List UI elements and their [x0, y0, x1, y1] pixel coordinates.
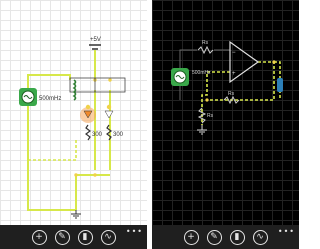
right-wire-nodes	[205, 60, 276, 102]
left-led-1-node	[85, 104, 91, 110]
left-ground-icon[interactable]	[71, 210, 81, 219]
wave-icon: ∿	[256, 231, 264, 242]
add-icon: +	[35, 231, 43, 242]
oscilloscope-button[interactable]: ∿	[252, 229, 268, 245]
wave-icon: ∿	[104, 231, 112, 242]
left-source-label: 500mHz	[39, 96, 61, 102]
edit-button[interactable]: ✎	[206, 229, 222, 245]
pencil-icon: ✎	[210, 231, 218, 242]
left-resistor-1-label: 300	[92, 132, 103, 138]
add-button[interactable]: +	[183, 229, 199, 245]
right-output-probe[interactable]	[277, 78, 283, 92]
left-led-2-node	[106, 104, 112, 110]
right-circuit-canvas[interactable]: − + Rs Rs Rs 500mHz	[152, 0, 299, 225]
right-opamp-plus: +	[232, 71, 236, 77]
left-circuit-canvas[interactable]: 300 300 +5V 500mHz	[0, 0, 147, 225]
right-resistor-left-label: Rs	[207, 113, 214, 119]
right-resistor-mid-label: Rs	[228, 91, 235, 97]
edit-button[interactable]: ✎	[54, 229, 70, 245]
left-app-bar: + ✎ ▮ ∿ •••	[0, 225, 147, 249]
left-resistor-2-label: 300	[113, 132, 124, 138]
right-source-label: 500mHz	[192, 70, 211, 76]
left-led-2-icon[interactable]	[104, 110, 114, 119]
right-resistor-top-icon[interactable]	[197, 45, 214, 55]
left-battery-label: +5V	[90, 37, 101, 43]
left-wire-nodes	[74, 78, 112, 177]
screenshot-root: 300 300 +5V 500mHz + ✎ ▮ ∿ ••• − + Rs Rs…	[0, 0, 300, 249]
left-ic-package[interactable]	[69, 77, 126, 93]
left-dashed-wires	[27, 105, 77, 161]
oscilloscope-button[interactable]: ∿	[100, 229, 116, 245]
add-icon: +	[187, 231, 195, 242]
battery-button[interactable]: ▮	[229, 229, 245, 245]
right-app-bar: + ✎ ▮ ∿ •••	[152, 225, 299, 249]
right-dashed-wires	[201, 61, 281, 125]
left-inductor-icon[interactable]	[72, 79, 77, 101]
battery-button[interactable]: ▮	[77, 229, 93, 245]
add-button[interactable]: +	[31, 229, 47, 245]
pencil-icon: ✎	[58, 231, 66, 242]
more-menu-button[interactable]: •••	[126, 227, 143, 236]
left-active-wires	[27, 50, 111, 211]
left-resistor-1-icon[interactable]	[85, 124, 91, 141]
right-opamp-minus: −	[232, 50, 236, 56]
battery-icon: ▮	[82, 231, 88, 242]
right-circuit-screen: − + Rs Rs Rs 500mHz + ✎ ▮ ∿ •••	[152, 0, 299, 249]
left-circuit-screen: 300 300 +5V 500mHz + ✎ ▮ ∿ •••	[0, 0, 147, 249]
more-menu-button[interactable]: •••	[278, 227, 295, 236]
right-ground-icon[interactable]	[197, 125, 207, 135]
battery-icon: ▮	[234, 231, 240, 242]
right-resistor-top-label: Rs	[202, 40, 209, 46]
